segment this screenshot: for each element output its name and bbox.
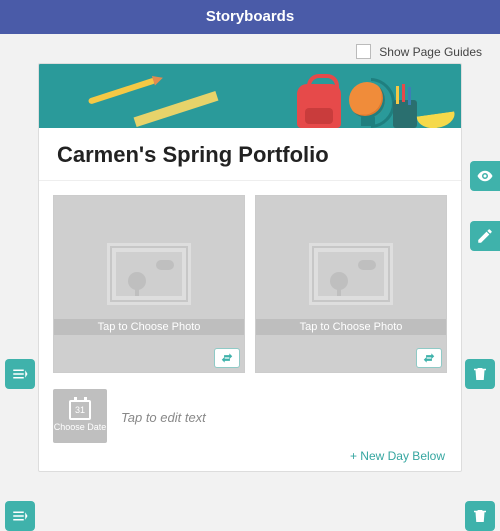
reorder-section-button[interactable]	[5, 359, 35, 389]
edit-title-button[interactable]	[470, 221, 500, 251]
photo-slot[interactable]: Tap to Choose Photo	[53, 195, 245, 373]
new-day-button[interactable]: + New Day Below	[39, 445, 461, 471]
title-row[interactable]: Carmen's Spring Portfolio	[39, 128, 461, 181]
photo-caption: Tap to Choose Photo	[256, 319, 446, 335]
hero-banner[interactable]	[39, 64, 461, 128]
swap-photo-button[interactable]	[416, 348, 442, 368]
swap-icon	[220, 351, 234, 365]
swap-photo-button[interactable]	[214, 348, 240, 368]
photo-placeholder-icon	[107, 243, 191, 305]
show-guides-checkbox[interactable]	[356, 44, 371, 59]
eye-icon	[476, 167, 494, 185]
photo-row: Tap to Choose Photo Tap to Choose Photo	[39, 181, 461, 383]
lines-icon	[11, 507, 29, 525]
stage: Carmen's Spring Portfolio Tap to Choose …	[0, 63, 500, 472]
preview-button[interactable]	[470, 161, 500, 191]
trash-icon	[471, 365, 489, 383]
globe-graphic	[349, 82, 385, 118]
storyboard-card: Carmen's Spring Portfolio Tap to Choose …	[38, 63, 462, 472]
ruler-graphic	[134, 91, 219, 127]
choose-date-label: Choose Date	[54, 423, 107, 433]
show-guides-label: Show Page Guides	[379, 45, 482, 59]
photo-caption: Tap to Choose Photo	[54, 319, 244, 335]
trash-icon	[471, 507, 489, 525]
pencil-icon	[476, 227, 494, 245]
banana-graphic	[416, 105, 456, 128]
reorder-day-button[interactable]	[5, 501, 35, 531]
photo-slot[interactable]: Tap to Choose Photo	[255, 195, 447, 373]
day-row: 31 Choose Date Tap to edit text	[39, 383, 461, 445]
choose-date-button[interactable]: 31 Choose Date	[53, 389, 107, 443]
pencil-graphic	[88, 77, 156, 104]
storyboard-title: Carmen's Spring Portfolio	[57, 142, 443, 168]
delete-day-button[interactable]	[465, 501, 495, 531]
pencil-cup-graphic	[393, 100, 417, 128]
photo-placeholder-icon	[309, 243, 393, 305]
page-title: Storyboards	[0, 0, 500, 34]
text-input[interactable]: Tap to edit text	[121, 408, 447, 425]
lines-icon	[11, 365, 29, 383]
toolbar: Show Page Guides	[0, 34, 500, 63]
delete-section-button[interactable]	[465, 359, 495, 389]
swap-icon	[422, 351, 436, 365]
backpack-graphic	[297, 84, 341, 128]
calendar-icon: 31	[69, 400, 91, 420]
